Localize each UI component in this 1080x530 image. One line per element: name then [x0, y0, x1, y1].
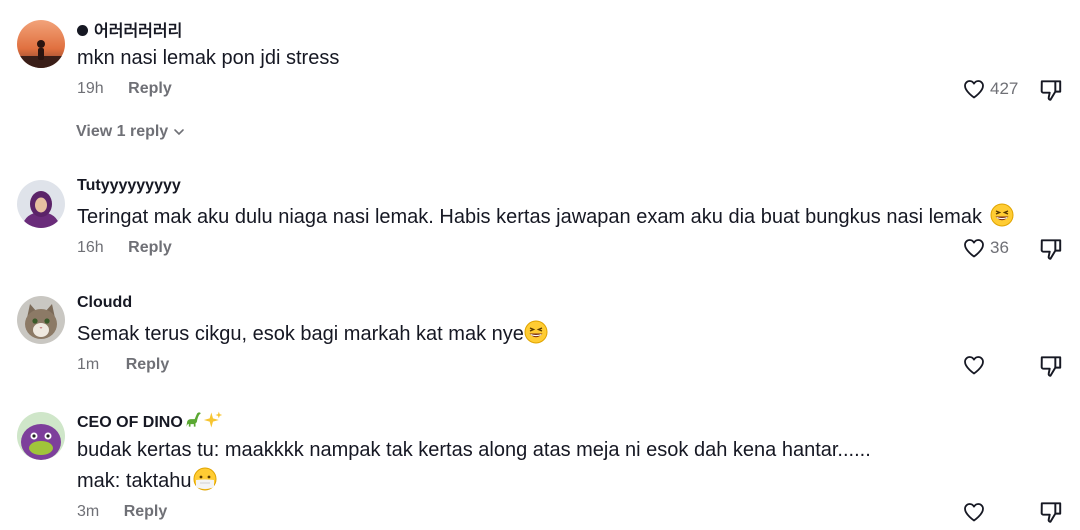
dislike-button[interactable] — [1038, 236, 1064, 267]
username-text: CEO OF DINO — [77, 414, 183, 431]
comment-meta: 1m Reply — [77, 356, 169, 374]
avatar[interactable] — [17, 180, 65, 228]
heart-outline-icon — [964, 239, 984, 258]
comment-meta: 16h Reply — [77, 239, 172, 257]
comment-text-line: Teringat mak aku dulu niaga nasi lemak. … — [77, 206, 982, 228]
avatar-hijab-image — [17, 180, 65, 228]
comment-text: Semak terus cikgu, esok bagi markah kat … — [77, 319, 548, 349]
comment-text: mak: taktahu — [77, 466, 217, 496]
dislike-button[interactable] — [1038, 499, 1064, 530]
comment-username[interactable]: 어러러러러리 — [77, 17, 182, 41]
comment-time: 16h — [77, 239, 104, 256]
comment-meta: 3m Reply — [77, 503, 167, 521]
view-replies-button[interactable]: View 1 reply — [76, 123, 185, 141]
comment-username[interactable]: Cloudd — [77, 294, 132, 312]
grinning-squinting-face-emoji — [990, 203, 1014, 227]
grinning-squinting-face-emoji — [524, 320, 548, 344]
reply-button[interactable]: Reply — [128, 239, 172, 257]
comment-text: budak kertas tu: maakkkk nampak tak kert… — [77, 439, 871, 461]
comment-text-line: Semak terus cikgu, esok bagi markah kat … — [77, 323, 524, 345]
sparkles-emoji — [203, 411, 222, 428]
profile-dot-icon — [77, 25, 88, 36]
sauropod-emoji — [186, 412, 201, 427]
comment-time: 1m — [77, 356, 100, 373]
like-button[interactable] — [962, 353, 990, 377]
comment-meta: 19h Reply — [77, 80, 172, 98]
avatar-cat-image — [17, 296, 65, 344]
thumbs-down-outline-icon — [1040, 239, 1062, 260]
view-replies-label: View 1 reply — [76, 123, 169, 140]
avatar[interactable] — [17, 412, 65, 460]
heart-outline-icon — [964, 356, 984, 375]
comment-username[interactable]: CEO OF DINO — [77, 410, 223, 432]
comment-time: 19h — [77, 80, 104, 97]
username-text: 어러러러러리 — [94, 23, 183, 40]
heart-outline-icon — [964, 503, 984, 522]
comment-text: mkn nasi lemak pon jdi stress — [77, 47, 340, 69]
avatar-purple-dino-image — [17, 412, 65, 460]
avatar-sunset-image — [17, 20, 65, 68]
reply-button[interactable]: Reply — [128, 80, 172, 98]
heart-outline-icon — [964, 80, 984, 99]
comment-text: Teringat mak aku dulu niaga nasi lemak. … — [77, 202, 1014, 232]
dislike-button[interactable] — [1038, 353, 1064, 384]
reply-button[interactable]: Reply — [126, 356, 170, 374]
avatar[interactable] — [17, 20, 65, 68]
like-count: 36 — [990, 238, 1009, 257]
avatar[interactable] — [17, 296, 65, 344]
reply-button[interactable]: Reply — [124, 503, 168, 521]
thumbs-down-outline-icon — [1040, 356, 1062, 377]
face-with-hand-emoji — [193, 467, 217, 491]
like-button[interactable] — [962, 500, 990, 524]
like-count: 427 — [990, 79, 1019, 98]
comment-username[interactable]: Tutyyyyyyyyy — [77, 177, 181, 195]
thumbs-down-outline-icon — [1040, 80, 1062, 101]
comment-time: 3m — [77, 503, 100, 520]
thumbs-down-outline-icon — [1040, 502, 1062, 523]
like-button[interactable]: 36 — [962, 236, 1009, 260]
dislike-button[interactable] — [1038, 77, 1064, 108]
chevron-down-icon — [174, 129, 185, 136]
comment-text-line: mak: taktahu — [77, 470, 192, 492]
like-button[interactable]: 427 — [962, 77, 1018, 101]
